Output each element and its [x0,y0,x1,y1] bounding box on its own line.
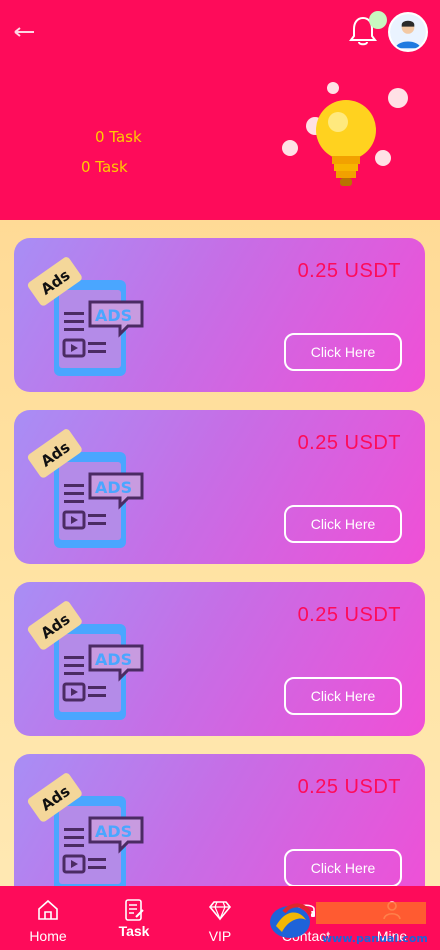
click-here-button[interactable]: Click Here [284,849,402,887]
svg-text:ADS: ADS [95,822,132,841]
ads-illustration-icon: ADS Ads [27,773,144,892]
ad-task-list: ADS Ads 0.25 USDT Click Here ADS Ads 0.2… [14,238,425,926]
click-here-button[interactable]: Click Here [284,333,402,371]
diamond-icon [208,901,232,921]
nav-vip-label: VIP [208,928,232,944]
card-reward: 0.25 USDT [297,260,401,282]
nav-task-label: Task [118,923,150,939]
ad-task-card: ADS Ads 0.25 USDT Click Here [14,410,425,564]
nav-home-label: Home [29,928,67,944]
ads-illustration-icon: ADS Ads [27,257,144,376]
click-here-button[interactable]: Click Here [284,505,402,543]
ads-illustration-icon: ADS Ads [27,429,144,548]
nav-home[interactable]: Home [4,886,92,950]
card-reward: 0.25 USDT [297,604,401,626]
ad-task-card: ADS Ads 0.25 USDT Click Here [14,754,425,908]
notification-dot [369,11,387,29]
back-arrow-icon[interactable] [12,22,40,42]
avatar[interactable] [388,12,428,52]
click-here-button[interactable]: Click Here [284,677,402,715]
nav-vip[interactable]: VIP [176,886,264,950]
svg-text:ADS: ADS [95,650,132,669]
lightbulb-coins-icon [282,82,408,186]
ads-illustration-icon: ADS Ads [27,601,144,720]
bottom-nav: Home Task VIP Contact Mine www.panuai.co… [0,886,440,950]
task-count-1: 0 Task [95,128,142,146]
card-reward: 0.25 USDT [297,776,401,798]
nav-task[interactable]: Task [90,886,178,950]
header: 0 Task 0 Task [0,0,440,220]
task-icon [125,899,144,921]
watermark-text: www.panuai.com [322,932,428,945]
card-reward: 0.25 USDT [297,432,401,454]
ad-task-card: ADS Ads 0.25 USDT Click Here [14,238,425,392]
watermark-logo: www.panuai.com [270,902,428,945]
home-icon [38,899,58,920]
svg-text:ADS: ADS [95,478,132,497]
ad-task-card: ADS Ads 0.25 USDT Click Here [14,582,425,736]
avatar-icon [390,14,426,50]
task-count-2: 0 Task [81,158,128,176]
svg-text:ADS: ADS [95,306,132,325]
